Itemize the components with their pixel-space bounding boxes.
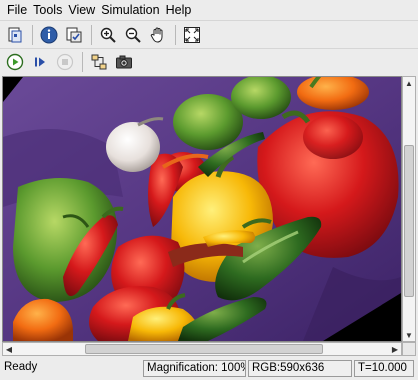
peppers-image (3, 77, 401, 341)
scroll-up-arrow-icon[interactable]: ▲ (403, 77, 415, 89)
rgb-readout: RGB:590x636 (248, 360, 352, 377)
pan-button[interactable] (147, 24, 169, 46)
zoom-in-button[interactable] (97, 24, 119, 46)
main-toolbar (0, 20, 418, 48)
horizontal-scroll-thumb[interactable] (85, 344, 323, 354)
properties-button[interactable] (63, 24, 85, 46)
model-explorer-icon (91, 54, 107, 70)
magnification-readout: Magnification: 100% (143, 360, 246, 377)
scroll-left-arrow-icon[interactable]: ◀ (3, 343, 15, 355)
info-button[interactable] (38, 24, 60, 46)
vertical-scroll-thumb[interactable] (404, 145, 414, 297)
properties-icon (66, 27, 82, 42)
fit-to-view-icon (184, 26, 200, 43)
snapshot-camera-icon (116, 55, 132, 69)
image-viewport[interactable] (2, 76, 402, 342)
menu-bar: File Tools View Simulation Help (0, 0, 418, 20)
horizontal-scrollbar[interactable]: ◀ ▶ (2, 342, 402, 356)
zoom-out-icon (125, 27, 141, 43)
toolbar-separator (32, 24, 33, 45)
stop-icon (56, 53, 74, 71)
menu-view[interactable]: View (65, 0, 98, 20)
new-model-button[interactable] (4, 24, 26, 46)
snapshot-button[interactable] (113, 51, 135, 73)
toolbar-separator (175, 24, 176, 45)
scroll-right-arrow-icon[interactable]: ▶ (389, 343, 401, 355)
stop-button (54, 51, 76, 73)
new-model-icon (8, 27, 22, 42)
run-button[interactable] (4, 51, 26, 73)
image-viewer-window: File Tools View Simulation Help ▲ ▼ ◀ ▶ … (0, 0, 418, 380)
vertical-scrollbar[interactable]: ▲ ▼ (402, 76, 416, 342)
step-forward-button[interactable] (29, 51, 51, 73)
menu-simulation[interactable]: Simulation (98, 0, 162, 20)
zoom-in-icon (100, 27, 116, 43)
menu-tools[interactable]: Tools (30, 0, 65, 20)
status-text: Ready (4, 361, 38, 373)
time-readout: T=10.000 (354, 360, 414, 377)
scrollbar-corner (402, 342, 416, 356)
fit-to-view-button[interactable] (181, 24, 203, 46)
toolbar-separator (91, 24, 92, 45)
step-forward-icon (35, 57, 45, 67)
model-explorer-button[interactable] (88, 51, 110, 73)
menu-file[interactable]: File (4, 0, 30, 20)
menu-help[interactable]: Help (163, 0, 195, 20)
scroll-down-arrow-icon[interactable]: ▼ (403, 329, 415, 341)
status-bar: Ready Magnification: 100% RGB:590x636 T=… (0, 357, 418, 380)
info-icon (40, 26, 58, 43)
toolbar-separator (82, 52, 83, 72)
run-icon (6, 53, 24, 71)
simulation-toolbar (0, 48, 418, 75)
zoom-out-button[interactable] (122, 24, 144, 46)
pan-hand-icon (150, 27, 163, 43)
